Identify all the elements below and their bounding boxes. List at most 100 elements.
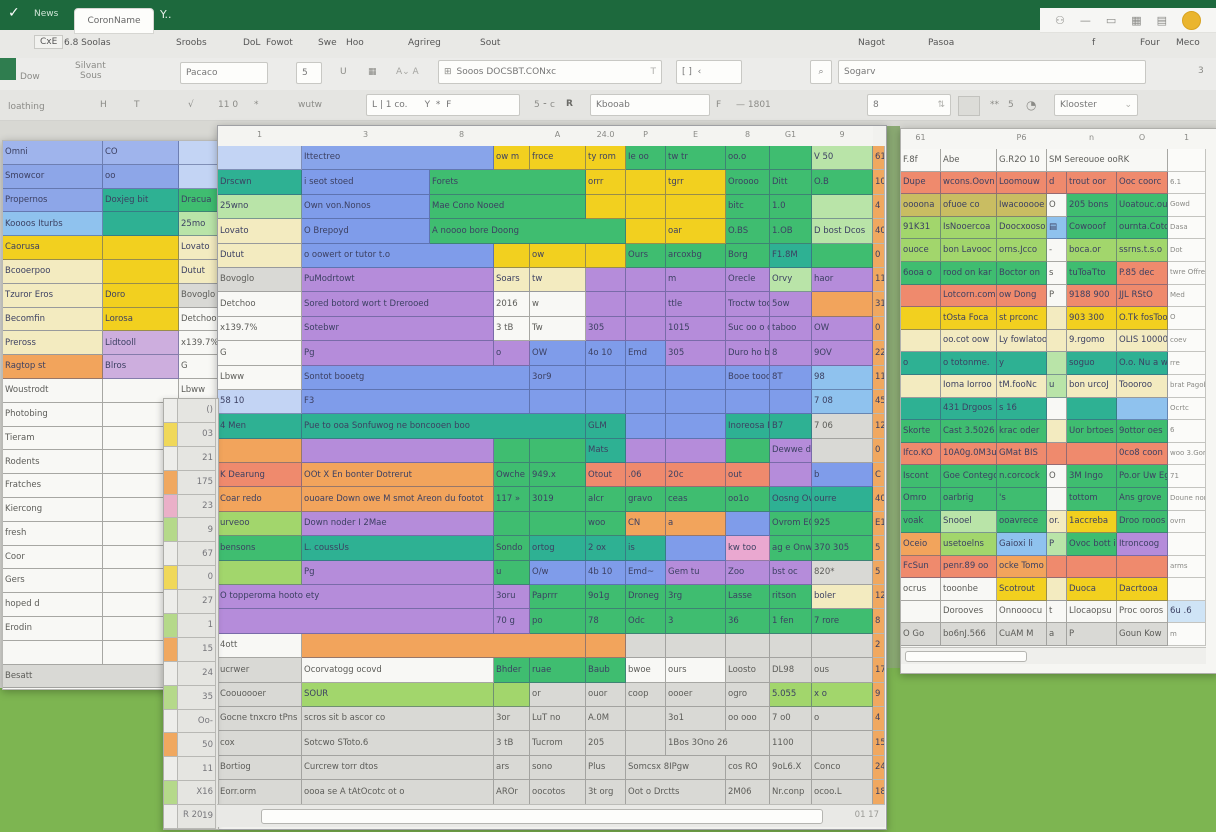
cell[interactable]: 1accreba [1067, 511, 1117, 534]
cell[interactable]: Dutut [179, 260, 218, 284]
cell[interactable] [726, 390, 770, 414]
cell[interactable]: 8 [873, 609, 885, 633]
cell[interactable]: 25mo [179, 212, 218, 236]
cell[interactable]: Po.or Uw Eg [1117, 465, 1168, 488]
cell[interactable]: Gocne tnxcro tPns [218, 707, 302, 731]
cell[interactable] [901, 330, 941, 353]
cell[interactable]: 431 Drgoos [941, 398, 997, 421]
cell[interactable] [302, 439, 494, 463]
cell[interactable] [164, 757, 178, 781]
cell[interactable]: 3 [666, 609, 726, 633]
cell[interactable]: 61 [901, 129, 941, 147]
cell[interactable]: 6u .6 [1168, 601, 1206, 624]
cell[interactable]: u [1047, 375, 1067, 398]
cell[interactable]: Eorr.orm [218, 780, 302, 804]
split-icon[interactable]: ▤ [1157, 14, 1167, 27]
cell[interactable]: 1.0 [770, 195, 812, 219]
cell[interactable]: 1100 [770, 731, 812, 755]
cell[interactable] [626, 366, 666, 390]
cell[interactable]: 45 [873, 390, 885, 414]
cell[interactable] [1168, 149, 1206, 172]
cell[interactable]: trout oor [1067, 172, 1117, 195]
tab-review[interactable]: Hoo [346, 38, 364, 48]
cell[interactable]: Bcooerpoo [3, 260, 103, 284]
cell[interactable] [1067, 398, 1117, 421]
cell[interactable]: 5ow [770, 292, 812, 316]
cell[interactable]: oocotos [530, 780, 586, 804]
cell[interactable]: Llocaopsu [1067, 601, 1117, 624]
cell[interactable]: Ditt [770, 170, 812, 194]
cell[interactable] [586, 292, 626, 316]
cell[interactable] [1117, 556, 1168, 579]
cell[interactable]: 4ott [218, 634, 302, 658]
cell[interactable]: rood on kar [941, 262, 997, 285]
cell[interactable]: Lidtooll [103, 331, 179, 355]
cell[interactable]: Cast 3.5026 [941, 420, 997, 443]
cell[interactable]: bon Lavooc [941, 239, 997, 262]
cell[interactable]: o [494, 341, 530, 365]
cell[interactable]: n [1067, 129, 1117, 147]
cell[interactable] [218, 146, 302, 170]
cell[interactable]: ofuoe co [941, 194, 997, 217]
cell[interactable]: Gem tu [666, 561, 726, 585]
cell[interactable]: Ovoc bott i [1067, 533, 1117, 556]
check-icon[interactable]: √ [188, 100, 194, 110]
cell[interactable]: Ans grove [1117, 488, 1168, 511]
cell[interactable] [812, 731, 873, 755]
cell[interactable]: O.BS [726, 219, 770, 243]
cell[interactable]: Bortiog [218, 756, 302, 780]
cell[interactable]: po [530, 609, 586, 633]
cell[interactable]: bst oc [770, 561, 812, 585]
cell[interactable]: tOsta Foca [941, 307, 997, 330]
cell[interactable]: Dasa [1168, 217, 1206, 240]
cell[interactable]: 3M Ingo [1067, 465, 1117, 488]
cell[interactable]: voak [901, 511, 941, 534]
cell[interactable] [164, 566, 178, 590]
cell[interactable]: tw tr [666, 146, 726, 170]
cell[interactable]: 0 [178, 566, 216, 590]
cell[interactable]: Ocrtc [1168, 398, 1206, 421]
cell[interactable]: 9 [812, 126, 873, 144]
cell[interactable] [494, 244, 530, 268]
cell[interactable] [770, 634, 812, 658]
cell[interactable]: C [873, 463, 885, 487]
refresh-circle-icon[interactable]: ◔ [1026, 98, 1036, 112]
cell[interactable]: G.R2O 10 [997, 149, 1047, 172]
range-name-box[interactable]: Kbooab [590, 94, 710, 116]
cell[interactable]: Droo rooos [1117, 511, 1168, 534]
cell[interactable]: brat Pagob [1168, 375, 1206, 398]
cell[interactable]: oo.cot oow [941, 330, 997, 353]
cell[interactable]: 117 » [494, 487, 530, 511]
cell[interactable]: 9OV [812, 341, 873, 365]
cell[interactable]: oo1o [726, 487, 770, 511]
cell[interactable]: 1 [1168, 129, 1206, 147]
cell[interactable]: Onnooocu [997, 601, 1047, 624]
cell[interactable] [179, 141, 218, 165]
tab-draw[interactable]: DoL [243, 38, 260, 48]
cell[interactable]: Paprrr [530, 585, 586, 609]
cell[interactable] [626, 292, 666, 316]
screen-icon[interactable]: ▦ [1131, 14, 1141, 27]
cell[interactable]: 9 [873, 683, 885, 707]
cell[interactable] [586, 390, 626, 414]
cell[interactable]: Doxjeg bit [103, 189, 179, 213]
cell[interactable]: Bhder [494, 658, 530, 682]
cell[interactable]: Doune nor [1168, 488, 1206, 511]
cell[interactable]: Curcrew torr dtos [302, 756, 494, 780]
cell[interactable]: OW [530, 341, 586, 365]
cell[interactable]: penr.89 oo [941, 556, 997, 579]
cell[interactable] [901, 285, 941, 308]
cell[interactable]: st prconc [997, 307, 1047, 330]
cell[interactable]: Detchoo [218, 292, 302, 316]
cell[interactable]: out [726, 463, 770, 487]
cell[interactable] [586, 244, 626, 268]
cell[interactable] [770, 390, 812, 414]
cell[interactable]: o [812, 707, 873, 731]
cell[interactable]: scros sit b ascor co [302, 707, 494, 731]
cell[interactable]: PuModrtowt [302, 268, 494, 292]
cell[interactable]: y [997, 352, 1047, 375]
cell[interactable] [164, 423, 178, 447]
cell[interactable]: P [1047, 533, 1067, 556]
app-tile[interactable] [0, 58, 16, 80]
cell[interactable] [626, 390, 666, 414]
